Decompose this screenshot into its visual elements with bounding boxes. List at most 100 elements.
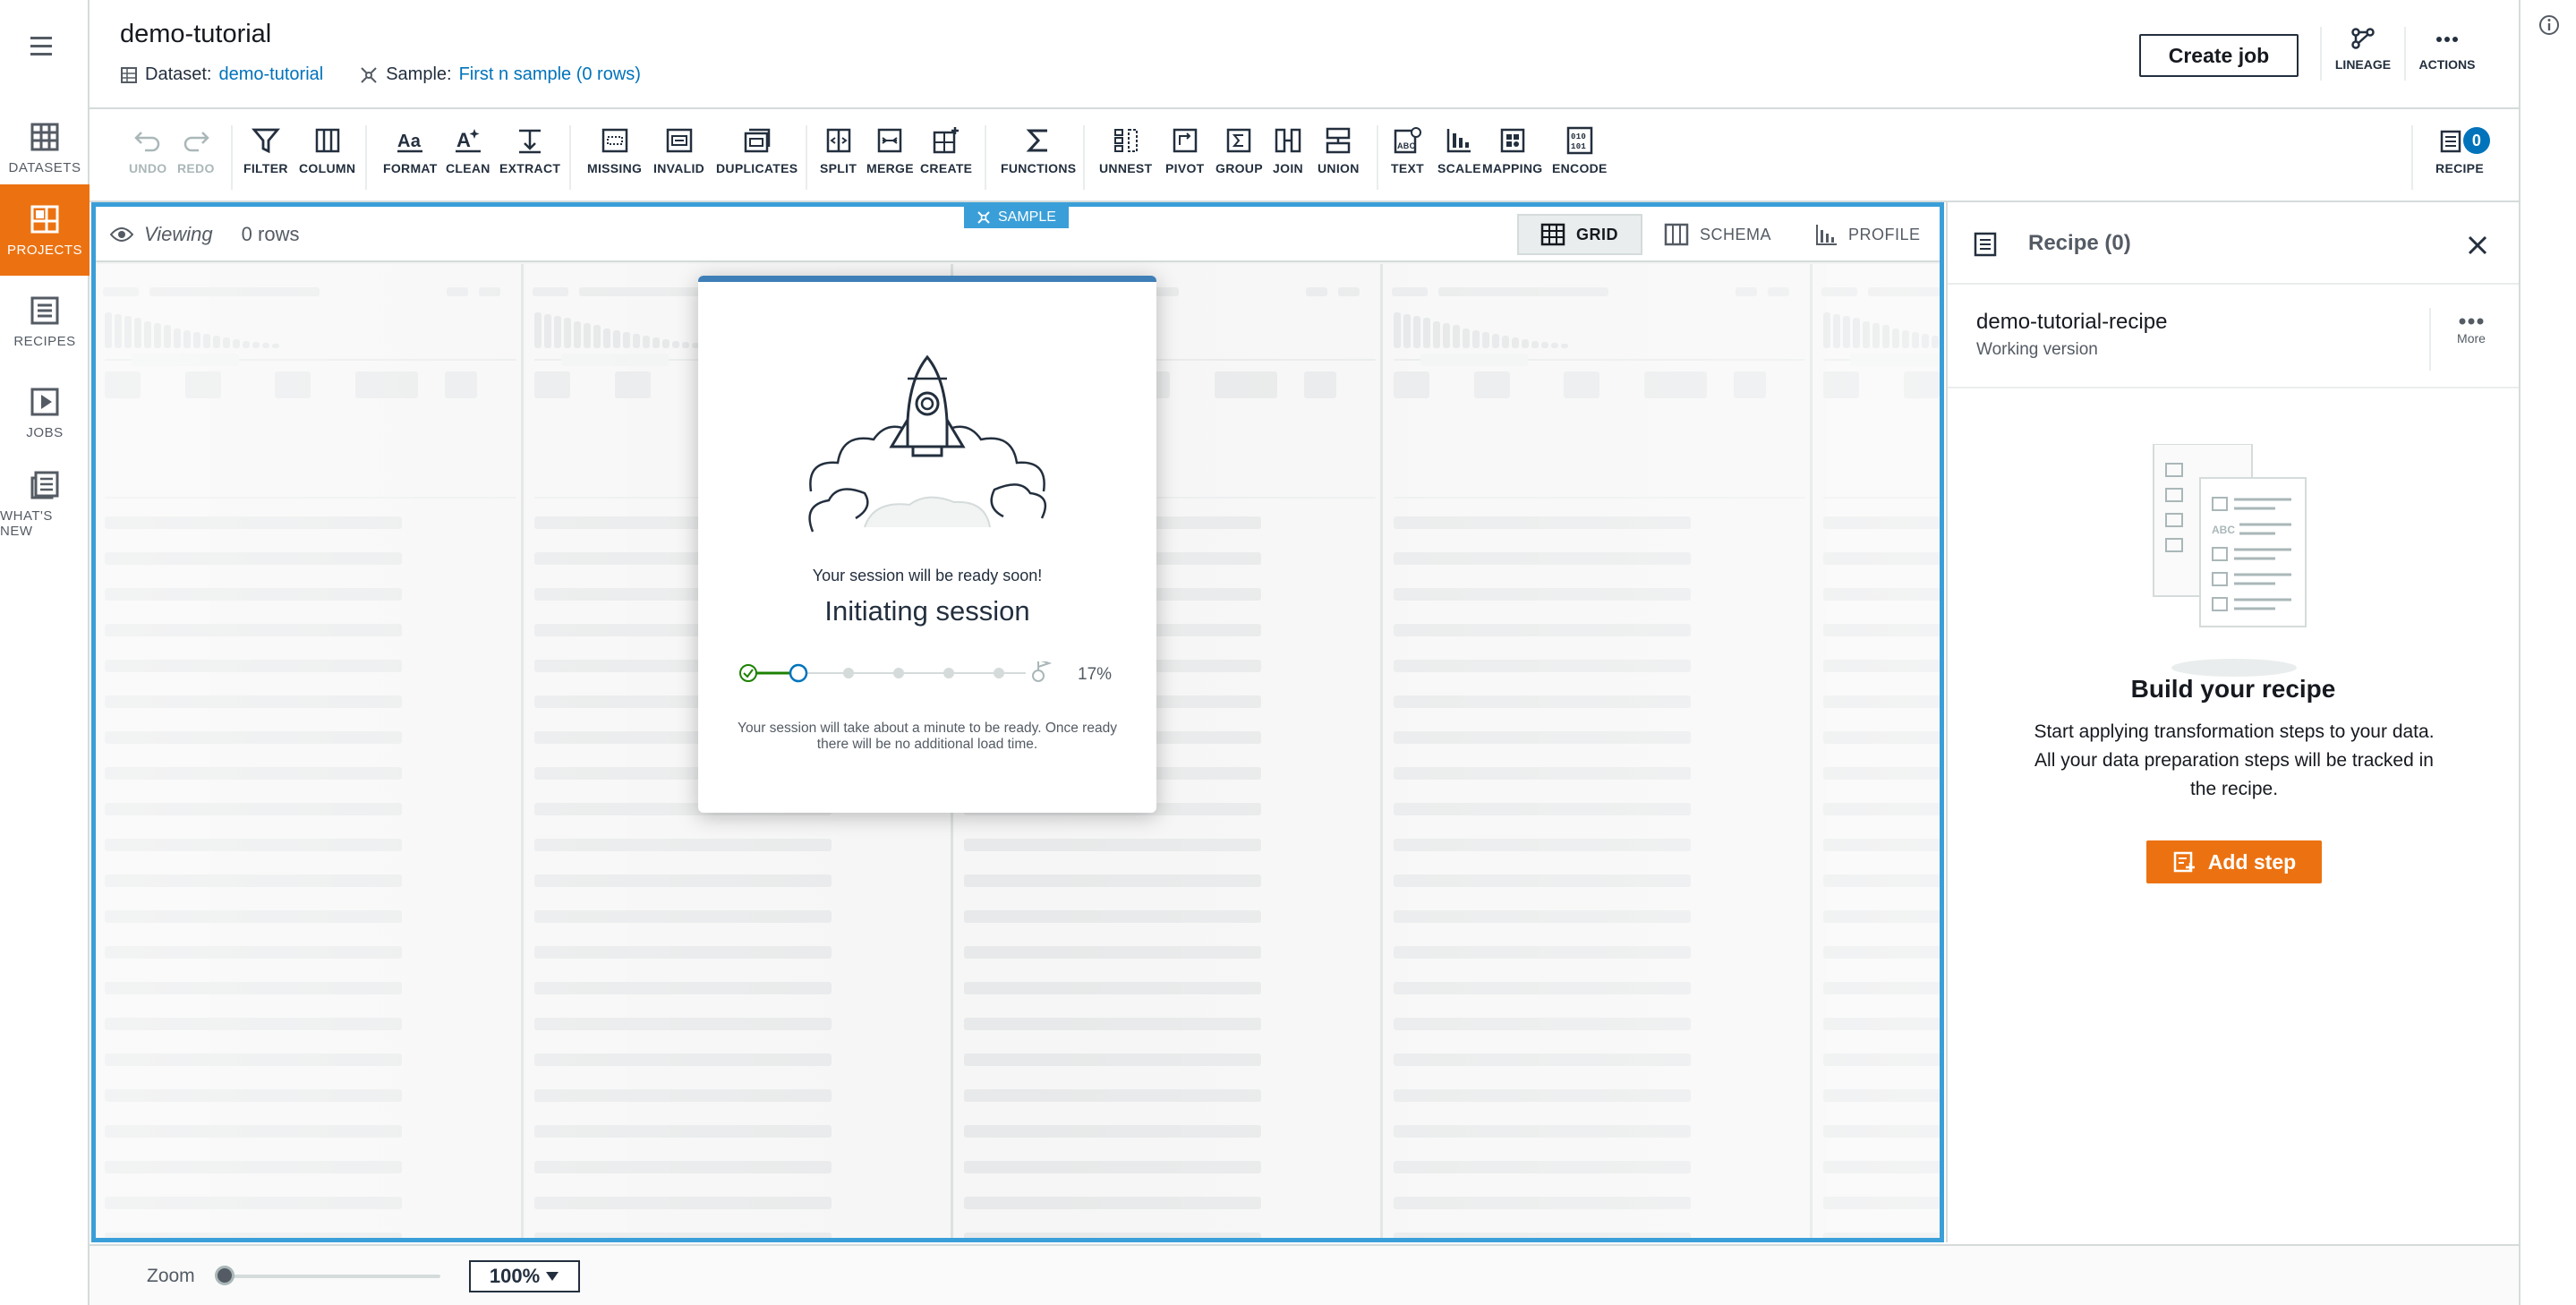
rocket-illustration: [808, 354, 1047, 533]
duplicates-button[interactable]: DUPLICATES: [716, 125, 798, 175]
dataset-info: Dataset: demo-tutorial Sample: First n s…: [120, 64, 641, 85]
union-button[interactable]: UNION: [1318, 125, 1360, 175]
sample-link[interactable]: First n sample (0 rows): [459, 64, 641, 85]
more-dots-icon: [2436, 37, 2458, 42]
merge-button[interactable]: MERGE: [866, 125, 914, 175]
divider: [1377, 125, 1378, 190]
nav-item-recipes[interactable]: RECIPES: [0, 276, 90, 367]
lineage-label: LINEAGE: [2334, 57, 2392, 72]
recipe-count-badge: 0: [2463, 127, 2490, 154]
divider: [2411, 125, 2413, 190]
missing-button[interactable]: MISSING: [587, 125, 642, 175]
format-label: FORMAT: [383, 161, 438, 175]
unnest-button[interactable]: UNNEST: [1099, 125, 1152, 175]
info-icon[interactable]: [2538, 14, 2560, 36]
redo-icon: [183, 132, 209, 152]
divider: [1948, 387, 2519, 388]
column-button[interactable]: COLUMN: [299, 125, 355, 175]
sample-label: Sample:: [386, 64, 452, 84]
tab-schema[interactable]: SCHEMA: [1664, 214, 1771, 255]
create-icon: [933, 127, 960, 154]
actions-button[interactable]: ACTIONS: [2411, 27, 2483, 72]
divider: [985, 125, 986, 190]
nav-item-jobs[interactable]: JOBS: [0, 367, 90, 458]
recipe-panel-title: Recipe (0): [2028, 231, 2131, 255]
redo-button[interactable]: REDO: [177, 125, 215, 175]
table-icon: [121, 66, 137, 83]
nav-label-projects: PROJECTS: [6, 242, 82, 258]
grid-icon: [30, 205, 59, 233]
nav-label-jobs: JOBS: [26, 424, 64, 440]
invalid-label: INVALID: [653, 161, 705, 175]
recipe-document-illustration: ABC: [2153, 444, 2307, 677]
join-button[interactable]: JOIN: [1273, 125, 1303, 175]
hamburger-menu-icon[interactable]: [30, 36, 59, 57]
nav-item-datasets[interactable]: DATASETS: [0, 102, 90, 193]
create-job-button[interactable]: Create job: [2139, 34, 2299, 77]
divider: [2429, 308, 2431, 371]
column-icon: [1664, 223, 1689, 246]
caret-down-icon: [546, 1272, 559, 1281]
view-bar: Viewing 0 rows SAMPLE GRID SCHEMA PROFIL…: [96, 207, 1940, 262]
session-loading-dialog: Your session will be ready soon! Initiat…: [698, 276, 1156, 813]
svg-text:ABC: ABC: [2212, 524, 2235, 536]
tab-grid-label: GRID: [1576, 225, 1618, 243]
nav-item-projects[interactable]: PROJECTS: [0, 184, 90, 276]
recipe-button[interactable]: 0 RECIPE: [2429, 125, 2490, 175]
zoom-select[interactable]: 100%: [469, 1260, 580, 1292]
sample-icon: [361, 66, 377, 83]
build-recipe-heading: Build your recipe: [2130, 675, 2336, 703]
duplicates-icon: [744, 128, 770, 153]
tab-grid[interactable]: GRID: [1517, 214, 1642, 255]
join-icon: [1275, 128, 1301, 153]
extract-button[interactable]: EXTRACT: [499, 125, 560, 175]
join-label: JOIN: [1273, 161, 1303, 175]
missing-icon: [601, 128, 627, 153]
invalid-icon: [666, 128, 692, 153]
filter-button[interactable]: FILTER: [243, 125, 288, 175]
undo-button[interactable]: UNDO: [129, 125, 166, 175]
dataset-label: Dataset:: [145, 64, 212, 84]
create-button[interactable]: CREATE: [920, 125, 972, 175]
add-step-button[interactable]: Add step: [2146, 840, 2322, 883]
lineage-icon: [2351, 28, 2375, 49]
tab-profile[interactable]: PROFILE: [1814, 214, 1921, 255]
zoom-slider-track[interactable]: [222, 1275, 440, 1278]
text-button[interactable]: ABC TEXT: [1391, 125, 1424, 175]
nav-item-whats-new[interactable]: WHAT'S NEW: [0, 458, 90, 550]
format-button[interactable]: Aa FORMAT: [383, 125, 438, 175]
pivot-icon: [1173, 128, 1197, 153]
news-icon: [30, 471, 59, 499]
mapping-icon: [1500, 128, 1524, 153]
functions-button[interactable]: FUNCTIONS: [1001, 125, 1076, 175]
functions-label: FUNCTIONS: [1001, 161, 1077, 175]
svg-text:Aa: Aa: [397, 132, 422, 151]
table-icon: [1540, 223, 1565, 246]
dataset-link[interactable]: demo-tutorial: [218, 64, 323, 85]
split-icon: [826, 128, 850, 153]
sigma-icon: [1026, 129, 1048, 152]
recipe-version: Working version: [1976, 340, 2098, 359]
initiating-title: Initiating session: [824, 595, 1030, 627]
create-label: CREATE: [920, 161, 973, 175]
close-icon[interactable]: [2467, 235, 2488, 256]
encode-label: ENCODE: [1552, 161, 1608, 175]
tab-schema-label: SCHEMA: [1700, 225, 1772, 243]
undo-icon: [134, 132, 160, 152]
split-button[interactable]: SPLIT: [820, 125, 857, 175]
recipe-more-button[interactable]: More: [2440, 317, 2503, 345]
zoom-slider-handle[interactable]: [215, 1266, 235, 1285]
mapping-button[interactable]: MAPPING: [1482, 125, 1542, 175]
clean-button[interactable]: A CLEAN: [446, 125, 490, 175]
build-recipe-body: Start applying transformation steps to y…: [2034, 721, 2435, 799]
scale-icon: [1447, 129, 1471, 153]
lineage-button[interactable]: LINEAGE: [2333, 27, 2393, 72]
group-button[interactable]: GROUP: [1215, 125, 1263, 175]
invalid-button[interactable]: INVALID: [653, 125, 704, 175]
pivot-button[interactable]: PIVOT: [1165, 125, 1205, 175]
scale-button[interactable]: SCALE: [1437, 125, 1481, 175]
extract-label: EXTRACT: [499, 161, 561, 175]
sample-badge-label: SAMPLE: [998, 209, 1056, 225]
zoom-label: Zoom: [147, 1266, 195, 1286]
encode-button[interactable]: 010 101 ENCODE: [1552, 125, 1608, 175]
